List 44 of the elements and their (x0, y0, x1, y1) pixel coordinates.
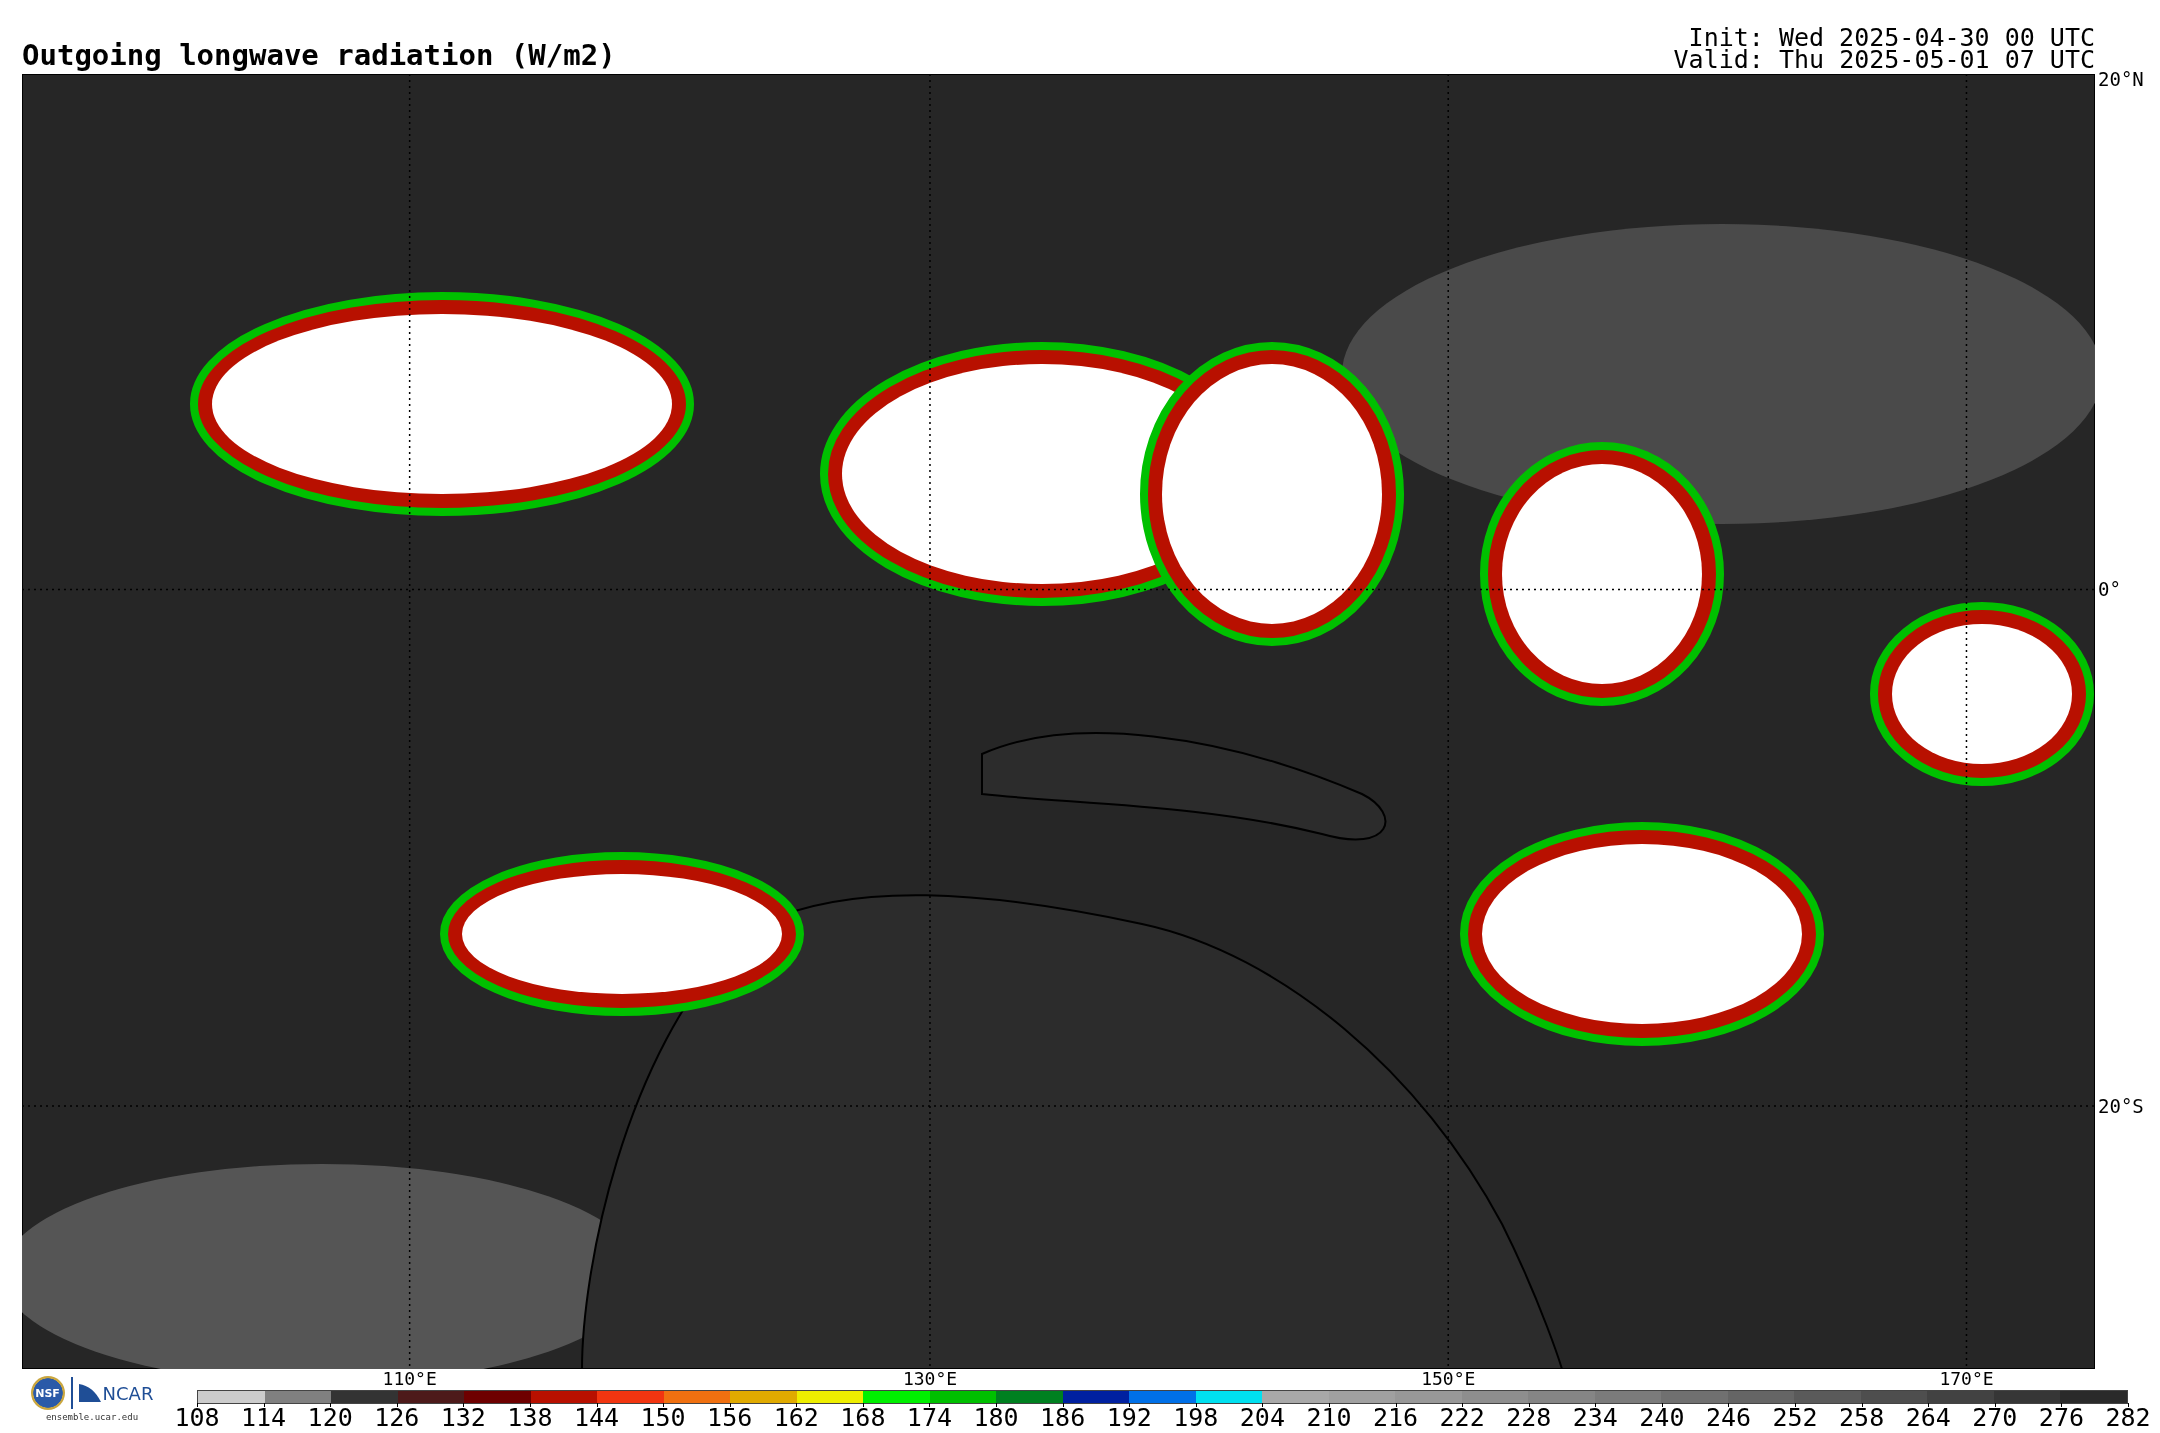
tick-label: 126 (374, 1403, 420, 1431)
swoosh-icon (78, 1384, 101, 1402)
longitude-label: 110°E (382, 1369, 437, 1388)
tick-label: 270 (1972, 1403, 2018, 1431)
tick-label: 162 (773, 1403, 819, 1431)
tick-label: 240 (1639, 1403, 1685, 1431)
tick-label: 216 (1372, 1403, 1419, 1431)
tick-label: 210 (1306, 1403, 1352, 1431)
tick-label: 132 (440, 1403, 486, 1431)
tick-label: 204 (1239, 1403, 1285, 1431)
latitude-label: 20°N (2098, 70, 2144, 90)
longitude-label: 130°E (902, 1369, 958, 1388)
valid-time: Valid: Thu 2025-05-01 07 UTC (1673, 49, 2095, 71)
ncar-wordmark: NCAR (102, 1382, 154, 1404)
tick-label: 108 (174, 1403, 220, 1431)
tick-label: 186 (1040, 1403, 1086, 1431)
latitude-label: 0° (2098, 579, 2121, 599)
tick-label: 150 (640, 1403, 686, 1431)
latitude-label: 20°S (2098, 1096, 2144, 1116)
tick-label: 120 (307, 1403, 353, 1431)
site-url: ensemble.ucar.edu (45, 1412, 139, 1423)
tick-label: 264 (1905, 1403, 1951, 1431)
tick-label: 180 (973, 1403, 1019, 1431)
tick-label: 222 (1439, 1403, 1485, 1431)
tick-label: 138 (507, 1403, 553, 1431)
nsf-logo: NSF (30, 1376, 65, 1410)
tick-label: 198 (1173, 1403, 1219, 1431)
tick-label: 234 (1572, 1403, 1618, 1431)
tick-label: 192 (1106, 1403, 1152, 1431)
tick-label: 252 (1772, 1403, 1818, 1431)
tick-label: 174 (906, 1403, 952, 1431)
tick-label: 246 (1705, 1403, 1752, 1431)
tick-label: 156 (707, 1403, 753, 1431)
tick-label: 258 (1839, 1403, 1885, 1431)
tick-label: 282 (2105, 1403, 2151, 1431)
longitude-label: 150°E (1421, 1369, 1476, 1388)
longitude-label: 170°E (1939, 1369, 1994, 1388)
tick-label: 114 (241, 1403, 287, 1431)
tick-label: 168 (840, 1403, 886, 1431)
tick-label: 228 (1506, 1403, 1552, 1431)
tick-label: 276 (2038, 1403, 2084, 1431)
init-time: Init: Wed 2025-04-30 00 UTC (1688, 27, 2095, 49)
chart-title: Outgoing longwave radiation (W/m2) (22, 41, 616, 74)
tick-label: 144 (573, 1403, 620, 1431)
